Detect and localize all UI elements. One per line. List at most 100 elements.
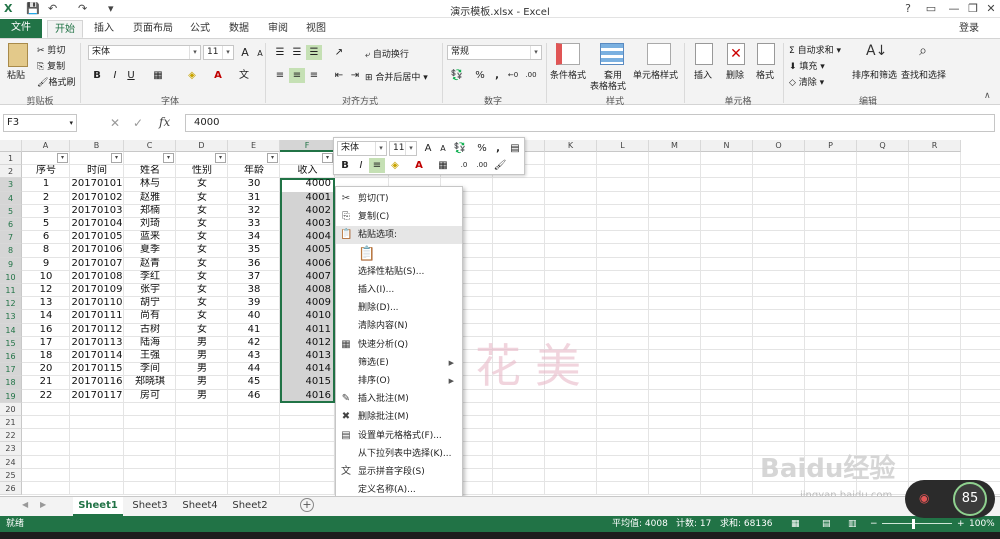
row-header[interactable]: 2 — [0, 165, 22, 179]
row-header[interactable]: 26 — [0, 482, 22, 496]
table-cell[interactable]: 4001 — [280, 192, 335, 205]
close-button[interactable]: ✕ — [980, 1, 1000, 17]
table-cell[interactable]: 35 — [228, 244, 280, 257]
row-header[interactable]: 16 — [0, 350, 22, 364]
context-menu-item[interactable]: 选择性粘贴(S)... — [336, 263, 462, 281]
sheet-tab-sheet4[interactable]: Sheet4 — [175, 497, 225, 516]
tab-view[interactable]: 视图 — [299, 20, 333, 38]
context-menu-item[interactable]: 插入(I)... — [336, 281, 462, 299]
table-cell[interactable]: 赵青 — [124, 258, 176, 271]
table-cell[interactable]: 4008 — [280, 284, 335, 297]
name-box[interactable]: F3 ▾ — [3, 114, 77, 132]
table-cell[interactable]: 14 — [22, 310, 70, 323]
table-cell[interactable]: 34 — [228, 231, 280, 244]
cut-button[interactable]: ✂ 剪切 — [37, 43, 65, 56]
table-cell[interactable]: 1 — [22, 178, 70, 191]
table-cell[interactable]: 20 — [22, 363, 70, 376]
align-middle-icon[interactable]: ☰ — [289, 45, 305, 60]
table-cell[interactable]: 36 — [228, 258, 280, 271]
row-header[interactable]: 10 — [0, 270, 22, 284]
table-cell[interactable]: 4003 — [280, 218, 335, 231]
row-header[interactable]: 1 — [0, 152, 22, 166]
mini-percent-button[interactable]: % — [474, 141, 490, 156]
insert-cells-button[interactable]: 插入 — [694, 68, 712, 81]
row-header[interactable]: 25 — [0, 468, 22, 482]
table-cell[interactable]: 4011 — [280, 324, 335, 337]
table-cell[interactable]: 20170112 — [70, 324, 124, 337]
mini-border-icon[interactable]: ▦ — [435, 158, 451, 173]
format-cells-icon[interactable] — [757, 43, 775, 65]
table-cell[interactable]: 20170116 — [70, 376, 124, 389]
table-cell[interactable]: 4012 — [280, 337, 335, 350]
enter-icon[interactable]: ✓ — [133, 116, 143, 130]
sign-in-link[interactable]: 登录 — [952, 20, 986, 38]
row-header[interactable]: 22 — [0, 429, 22, 443]
table-cell[interactable]: 陆海 — [124, 337, 176, 350]
percent-button[interactable]: % — [472, 68, 488, 83]
context-menu-item[interactable]: 文显示拼音字段(S) — [336, 463, 462, 481]
mini-font-color-icon[interactable]: A — [411, 158, 427, 173]
mini-font-select[interactable]: 宋体 ▾ — [337, 141, 387, 156]
table-cell[interactable]: 女 — [176, 284, 228, 297]
table-cell[interactable]: 林与 — [124, 178, 176, 191]
delete-cells-button[interactable]: 删除 — [726, 68, 744, 81]
table-cell[interactable]: 男 — [176, 376, 228, 389]
cell-styles-button[interactable]: 单元格样式 — [633, 68, 678, 81]
comma-button[interactable]: , — [489, 68, 505, 83]
row-header[interactable]: 8 — [0, 244, 22, 258]
mini-fill-icon[interactable]: ◈ — [387, 158, 403, 173]
cancel-icon[interactable]: ✕ — [110, 116, 120, 130]
table-cell[interactable]: 20170117 — [70, 390, 124, 403]
column-header[interactable]: M — [649, 140, 701, 152]
table-cell[interactable]: 男 — [176, 363, 228, 376]
context-menu-item[interactable]: 📋 粘贴选项: — [336, 226, 462, 245]
mini-italic-button[interactable]: I — [353, 158, 369, 173]
mini-center-icon[interactable]: ≡ — [369, 158, 385, 173]
zoom-slider-track[interactable] — [882, 523, 952, 524]
row-header[interactable]: 18 — [0, 376, 22, 390]
column-header[interactable]: R — [909, 140, 961, 152]
italic-button[interactable]: I — [107, 68, 123, 83]
table-cell[interactable]: 20170109 — [70, 284, 124, 297]
column-header[interactable]: Q — [857, 140, 909, 152]
delete-cells-icon[interactable]: ✕ — [727, 43, 745, 65]
mini-bold-button[interactable]: B — [337, 158, 353, 173]
scroll-left-icon[interactable]: ◀ — [22, 500, 28, 509]
table-header-cell[interactable]: 姓名 — [124, 165, 176, 178]
table-cell[interactable]: 女 — [176, 310, 228, 323]
mini-grow-icon[interactable]: A — [420, 141, 436, 156]
row-header[interactable]: 23 — [0, 442, 22, 456]
table-cell[interactable]: 女 — [176, 178, 228, 191]
grow-font-button[interactable]: A — [237, 45, 253, 60]
tab-data[interactable]: 数据 — [222, 20, 256, 38]
table-cell[interactable]: 赵雅 — [124, 192, 176, 205]
format-painter-button[interactable]: 🖌格式刷 — [37, 75, 75, 88]
table-cell[interactable]: 郑晓琪 — [124, 376, 176, 389]
table-cell[interactable]: 8 — [22, 244, 70, 257]
context-menu-item[interactable]: ⎘ 复制(C) — [336, 208, 462, 226]
table-cell[interactable]: 4015 — [280, 376, 335, 389]
column-header[interactable]: K — [545, 140, 597, 152]
row-header[interactable]: 17 — [0, 363, 22, 377]
column-header[interactable]: A — [22, 140, 70, 152]
table-cell[interactable]: 4013 — [280, 350, 335, 363]
table-cell[interactable]: 20170103 — [70, 205, 124, 218]
table-cell[interactable]: 4002 — [280, 205, 335, 218]
sheet-tab-sheet1[interactable]: Sheet1 — [73, 497, 123, 516]
table-cell[interactable]: 4009 — [280, 297, 335, 310]
mini-dec-decimal-icon[interactable]: .00 — [474, 158, 490, 173]
align-right-icon[interactable]: ≡ — [306, 68, 322, 83]
mini-comma-button[interactable]: , — [490, 141, 506, 156]
column-header[interactable]: L — [597, 140, 649, 152]
row-header[interactable]: 15 — [0, 336, 22, 350]
add-sheet-icon[interactable]: + — [300, 498, 314, 512]
underline-button[interactable]: U — [123, 68, 139, 83]
zoom-level[interactable]: 100% — [969, 516, 995, 532]
row-header[interactable]: 3 — [0, 178, 22, 192]
merge-center-button[interactable]: ⊞ 合并后居中 ▾ — [365, 70, 428, 83]
insert-cells-icon[interactable] — [695, 43, 713, 65]
table-cell[interactable]: 4014 — [280, 363, 335, 376]
clear-button[interactable]: ◇ 清除 ▾ — [789, 75, 824, 88]
table-cell[interactable]: 李间 — [124, 363, 176, 376]
wrap-text-button[interactable]: ⤶ 自动换行 — [365, 47, 409, 60]
